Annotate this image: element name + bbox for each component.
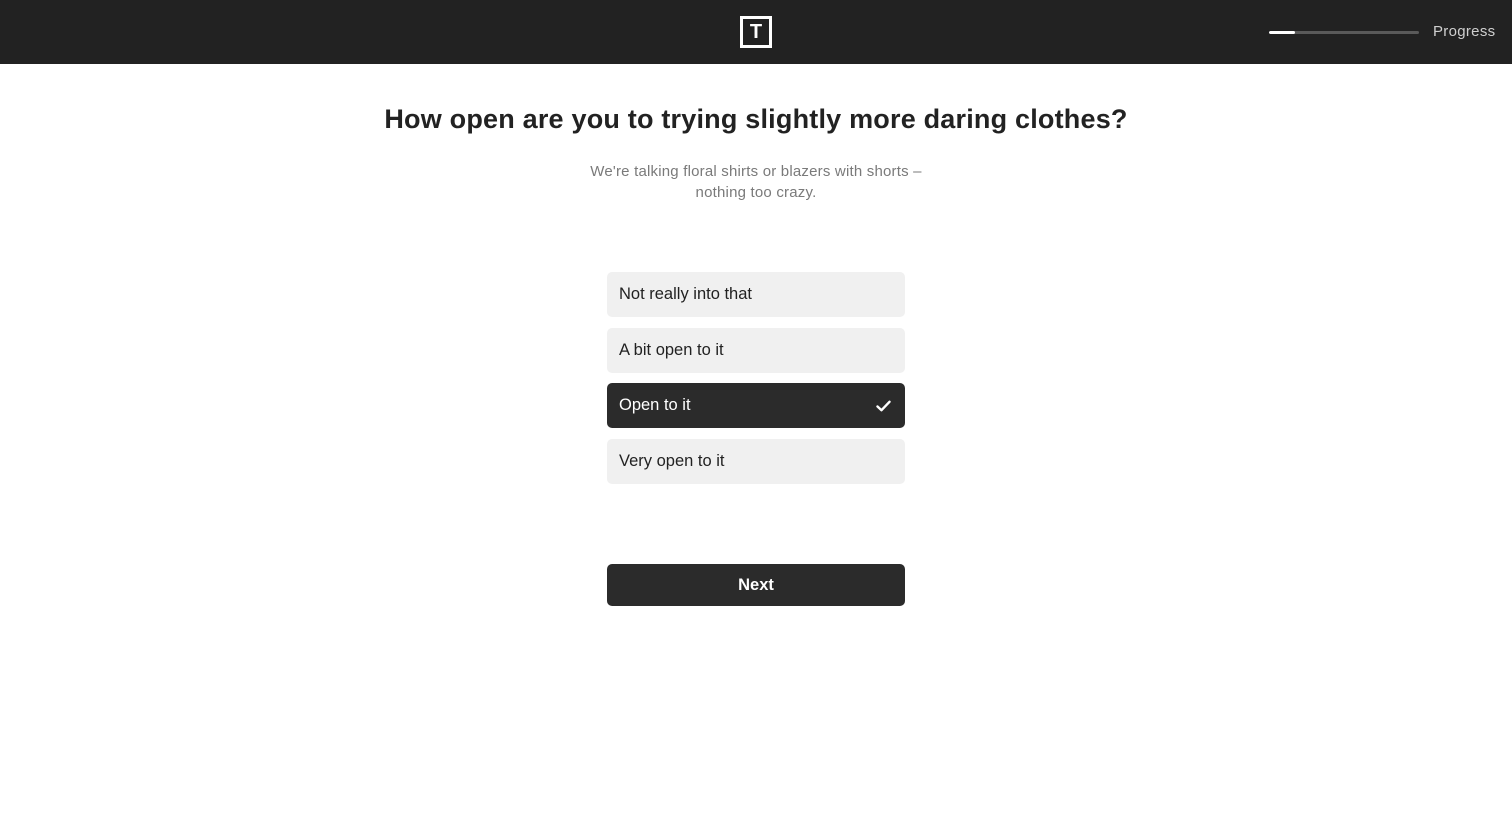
next-button[interactable]: Next [607, 564, 905, 606]
option-open-to-it[interactable]: Open to it [607, 383, 905, 428]
question-title: How open are you to trying slightly more… [384, 104, 1128, 134]
option-a-bit-open-to-it[interactable]: A bit open to it [607, 327, 905, 373]
option-label: Open to it [619, 396, 691, 414]
option-not-really-into-that[interactable]: Not really into that [607, 272, 905, 317]
subtitle-line-2: nothing too crazy. [695, 184, 817, 201]
subtitle-line-1: We're talking floral shirts or blazers w… [590, 163, 922, 180]
question-subtitle: We're talking floral shirts or blazers w… [556, 161, 956, 203]
option-label: Very open to it [619, 451, 725, 470]
option-very-open-to-it[interactable]: Very open to it [607, 438, 905, 484]
progress-bar [1269, 31, 1419, 34]
logo-letter: T [749, 21, 763, 43]
logo-icon[interactable]: T [740, 16, 772, 48]
answer-options: Not really into that A bit open to it Op… [607, 272, 905, 494]
check-icon [875, 398, 891, 414]
top-bar: T Progress [0, 0, 1512, 64]
option-label: A bit open to it [619, 340, 724, 359]
option-label: Not really into that [619, 285, 752, 303]
progress-bar-fill [1269, 31, 1295, 34]
progress-label: Progress [1433, 23, 1496, 40]
